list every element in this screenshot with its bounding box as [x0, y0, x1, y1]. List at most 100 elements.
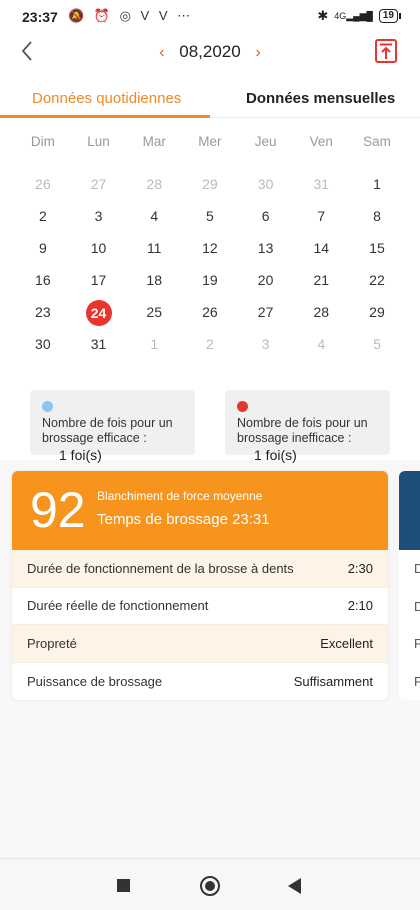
- calendar-day[interactable]: 30: [238, 172, 294, 196]
- calendar-day[interactable]: 27: [71, 172, 127, 196]
- calendar-day[interactable]: 30: [15, 332, 71, 356]
- back-nav-button[interactable]: [288, 878, 301, 894]
- calendar-day[interactable]: 19: [182, 268, 238, 292]
- peek-row: P: [414, 636, 420, 651]
- day-number: 18: [146, 272, 162, 288]
- export-icon[interactable]: [374, 38, 398, 64]
- home-button[interactable]: [200, 876, 220, 896]
- calendar-day[interactable]: 3: [238, 332, 294, 356]
- day-number: 1: [150, 336, 159, 352]
- stat-label: Puissance de brossage: [27, 673, 163, 689]
- calendar-day[interactable]: 9: [15, 236, 71, 260]
- day-number: 9: [38, 240, 47, 256]
- effective-dot-icon: [42, 401, 53, 412]
- calendar-day[interactable]: 13: [238, 236, 294, 260]
- calendar-day[interactable]: 1: [126, 332, 182, 356]
- calendar-day[interactable]: 28: [126, 172, 182, 196]
- calendar-day[interactable]: 18: [126, 268, 182, 292]
- calendar-day[interactable]: 11: [126, 236, 182, 260]
- calendar-day[interactable]: 23: [15, 300, 71, 324]
- calendar-day[interactable]: 4: [126, 204, 182, 228]
- calendar-day[interactable]: 10: [71, 236, 127, 260]
- calendar-day[interactable]: 25: [126, 300, 182, 324]
- calendar-day[interactable]: 5: [182, 204, 238, 228]
- signal-icon: 4G▂▄▆█: [334, 10, 373, 21]
- day-number: 29: [202, 176, 218, 192]
- calendar-week: 9 10 11 12 13 14 15: [15, 236, 405, 260]
- tab-indicator: [0, 115, 210, 118]
- tab-daily[interactable]: Données quotidiennes: [32, 90, 181, 107]
- day-number: 8: [373, 208, 381, 224]
- calendar-day[interactable]: 2: [15, 204, 71, 228]
- calendar-day[interactable]: 29: [349, 300, 405, 324]
- month-selector: ‹ 08,2020 ›: [0, 42, 420, 62]
- calendar-week: 16 17 18 19 20 21 22: [15, 268, 405, 292]
- day-number: 16: [35, 272, 51, 288]
- calendar-day[interactable]: 7: [293, 204, 349, 228]
- calendar-day[interactable]: 12: [182, 236, 238, 260]
- chevron-right-icon[interactable]: ›: [245, 44, 270, 62]
- brushing-session-card[interactable]: 92 Blanchiment de force moyenne Temps de…: [12, 471, 388, 700]
- calendar-day[interactable]: 6: [238, 204, 294, 228]
- ineffective-label: Nombre de fois pour un brossage ineffica…: [237, 416, 368, 445]
- calendar-day[interactable]: 15: [349, 236, 405, 260]
- tab-monthly[interactable]: Données mensuelles: [246, 90, 395, 107]
- calendar-day[interactable]: 26: [182, 300, 238, 324]
- calendar-day[interactable]: 3: [71, 204, 127, 228]
- brushing-mode: Blanchiment de force moyenne: [97, 489, 263, 503]
- app-header: ‹ 08,2020 ›: [0, 34, 420, 74]
- ineffective-brushing-count: Nombre de fois pour un brossage ineffica…: [225, 390, 390, 463]
- day-number: 4: [150, 208, 159, 224]
- calendar-day[interactable]: 31: [293, 172, 349, 196]
- chevron-left-icon[interactable]: ‹: [149, 44, 174, 62]
- notification-icons: 🔕 ⏰ ◎ V V ⋯: [68, 8, 194, 23]
- calendar-week: 26 27 28 29 30 31 1: [15, 172, 405, 196]
- calendar-day[interactable]: 4: [293, 332, 349, 356]
- weekday-label: Mer: [198, 134, 222, 149]
- day-number: 21: [313, 272, 330, 288]
- calendar-day[interactable]: 31: [71, 332, 127, 356]
- next-session-card[interactable]: D D P P: [399, 471, 420, 700]
- calendar-day[interactable]: 5: [349, 332, 405, 356]
- calendar-day[interactable]: 28: [293, 300, 349, 324]
- battery-level: 19: [382, 10, 394, 21]
- status-bar: 23:37 🔕 ⏰ ◎ V V ⋯ ✱ 4G▂▄▆█ 19: [0, 0, 420, 34]
- calendar-day[interactable]: 22: [349, 268, 405, 292]
- day-number: 4: [317, 336, 326, 352]
- weekday-label: Sam: [363, 134, 391, 149]
- recents-button[interactable]: [117, 879, 130, 892]
- day-number: 25: [146, 304, 162, 320]
- calendar-day[interactable]: 27: [238, 300, 294, 324]
- calendar-day[interactable]: 16: [15, 268, 71, 292]
- day-number: 28: [313, 304, 330, 320]
- calendar-day[interactable]: 8: [349, 204, 405, 228]
- calendar-day[interactable]: 26: [15, 172, 71, 196]
- calendar-day-selected[interactable]: 24: [71, 300, 127, 326]
- day-number: 5: [206, 208, 214, 224]
- day-number: 24: [85, 300, 112, 326]
- stat-row: Durée réelle de fonctionnement 2:10: [12, 588, 388, 625]
- day-number: 6: [261, 208, 270, 224]
- weekday-label: Lun: [87, 134, 110, 149]
- day-number: 2: [38, 208, 47, 224]
- weekday-header: Dim Lun Mar Mer Jeu Ven Sam: [15, 134, 405, 149]
- day-number: 29: [369, 304, 385, 320]
- next-card-header: [399, 471, 420, 550]
- stat-value: Suffisamment: [293, 673, 373, 689]
- calendar-day[interactable]: 17: [71, 268, 127, 292]
- day-number: 27: [90, 176, 107, 192]
- peek-row: D: [414, 598, 420, 614]
- day-number: 23: [35, 304, 51, 320]
- tab-bar: Données quotidiennes Données mensuelles: [0, 84, 420, 118]
- calendar-day[interactable]: 2: [182, 332, 238, 356]
- calendar-day[interactable]: 29: [182, 172, 238, 196]
- calendar-day[interactable]: 14: [293, 236, 349, 260]
- calendar-week: 2 3 4 5 6 7 8: [15, 204, 405, 228]
- day-number: 17: [90, 272, 107, 288]
- calendar-day[interactable]: 21: [293, 268, 349, 292]
- calendar-day[interactable]: 1: [349, 172, 405, 196]
- day-number: 31: [90, 336, 107, 352]
- calendar-day[interactable]: 20: [238, 268, 294, 292]
- calendar-week: 30 31 1 2 3 4 5: [15, 332, 405, 356]
- day-number: 2: [206, 336, 214, 352]
